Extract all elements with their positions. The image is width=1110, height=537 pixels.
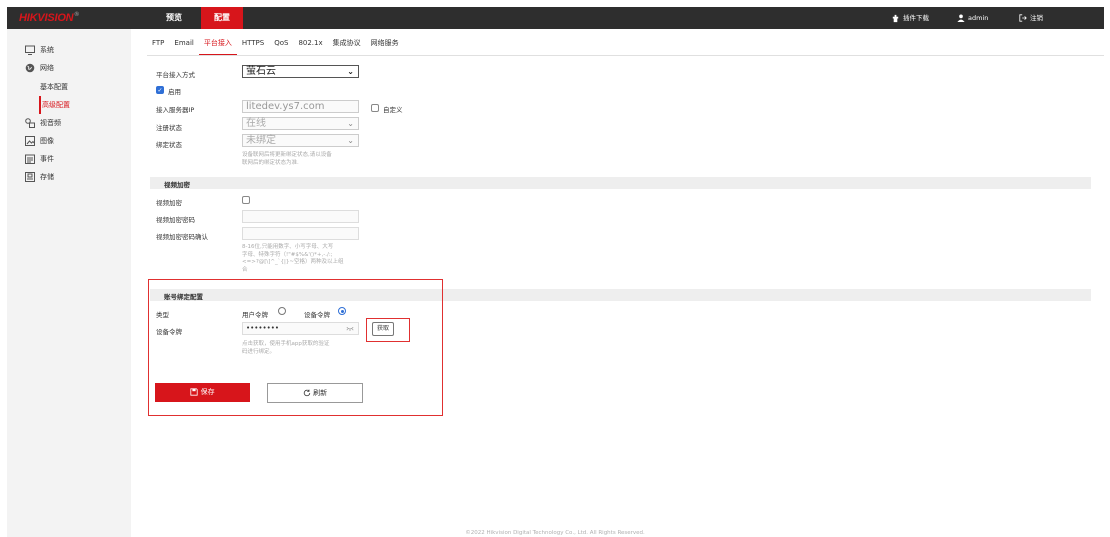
tab-email[interactable]: Email: [169, 36, 198, 56]
server-ip-label: 接入服务器IP: [156, 106, 195, 114]
footer-copyright: ©2022 Hikvision Digital Technology Co., …: [465, 530, 645, 536]
bind-status-label: 绑定状态: [156, 141, 182, 149]
sidebar-item-event[interactable]: 事件: [7, 150, 131, 168]
logout-icon: [1019, 14, 1027, 22]
tab-qos[interactable]: QoS: [269, 36, 293, 56]
tabs-divider: [147, 55, 1104, 56]
register-status-select: 在线 ⌄: [242, 117, 359, 130]
top-bar: HIKVISION® 预览 配置 插件下载 admin 注销: [7, 7, 1104, 29]
custom-label: 自定义: [383, 106, 403, 114]
bind-status-select: 未绑定 ⌄: [242, 134, 359, 147]
encrypt-password-input[interactable]: [242, 210, 359, 223]
encrypt-password-confirm-input[interactable]: [242, 227, 359, 240]
calendar-icon: [25, 154, 35, 164]
tab-https[interactable]: HTTPS: [237, 36, 269, 56]
sidebar-item-system[interactable]: 系统: [7, 41, 131, 59]
video-encrypt-label: 视频加密: [156, 199, 182, 207]
platform-access-select[interactable]: 萤石云 ⌄: [242, 65, 359, 78]
bind-status-hint: 设备联网后将更新绑定状态,请以设备 联网后的绑定状态为准.: [242, 152, 332, 166]
sidebar-item-image[interactable]: 图像: [7, 132, 131, 150]
user-menu[interactable]: admin: [957, 7, 988, 29]
platform-access-label: 平台接入方式: [156, 71, 195, 79]
sidebar-item-basic-config[interactable]: 基本配置: [7, 78, 131, 96]
image-icon: [25, 136, 35, 146]
plugin-download-link[interactable]: 插件下载: [891, 7, 929, 29]
chevron-down-icon: ⌄: [347, 67, 354, 76]
tab-network-service[interactable]: 网络服务: [366, 36, 404, 56]
encrypt-password-label: 视频加密密码: [156, 216, 195, 224]
video-encrypt-checkbox[interactable]: [242, 196, 250, 204]
tab-platform-access[interactable]: 平台接入: [198, 36, 237, 56]
nav-preview[interactable]: 预览: [154, 7, 194, 29]
audio-video-icon: [25, 118, 35, 128]
nav-config[interactable]: 配置: [201, 7, 243, 29]
password-rule-hint: 8-16位,只能用数字、小写字母、大写 字母、特殊字符（!"#$%&'()*+,…: [242, 244, 344, 273]
tab-integration-protocol[interactable]: 集成协议: [328, 36, 366, 56]
plugin-icon: [892, 14, 899, 22]
sidebar-item-network[interactable]: 网络: [7, 59, 131, 77]
config-tabs: FTP Email 平台接入 HTTPS QoS 802.1x 集成协议 网络服…: [147, 36, 404, 56]
video-encryption-section-header: 视频加密: [150, 177, 1091, 189]
hikvision-logo: HIKVISION®: [19, 12, 79, 24]
chevron-down-icon: ⌄: [347, 119, 354, 128]
sidebar-item-advanced-config[interactable]: 高级配置: [39, 96, 131, 114]
tab-8021x[interactable]: 802.1x: [293, 36, 327, 56]
monitor-icon: [25, 45, 35, 55]
register-status-label: 注册状态: [156, 124, 182, 132]
tab-ftp[interactable]: FTP: [147, 36, 169, 56]
server-ip-input[interactable]: litedev.ys7.com: [242, 100, 359, 113]
globe-icon: [25, 63, 35, 73]
logout-link[interactable]: 注销: [1019, 7, 1043, 29]
custom-checkbox[interactable]: [371, 104, 379, 112]
sidebar-item-storage[interactable]: 存储: [7, 168, 131, 186]
sidebar-item-audio-video[interactable]: 视音频: [7, 114, 131, 132]
enable-label: 启用: [168, 88, 181, 96]
enable-checkbox[interactable]: ✓: [156, 86, 164, 94]
encrypt-password-confirm-label: 视频加密密码确认: [156, 233, 208, 241]
chevron-down-icon: ⌄: [347, 136, 354, 145]
account-binding-highlight-box: [148, 279, 443, 416]
storage-icon: [25, 172, 35, 182]
user-icon: [957, 14, 965, 22]
